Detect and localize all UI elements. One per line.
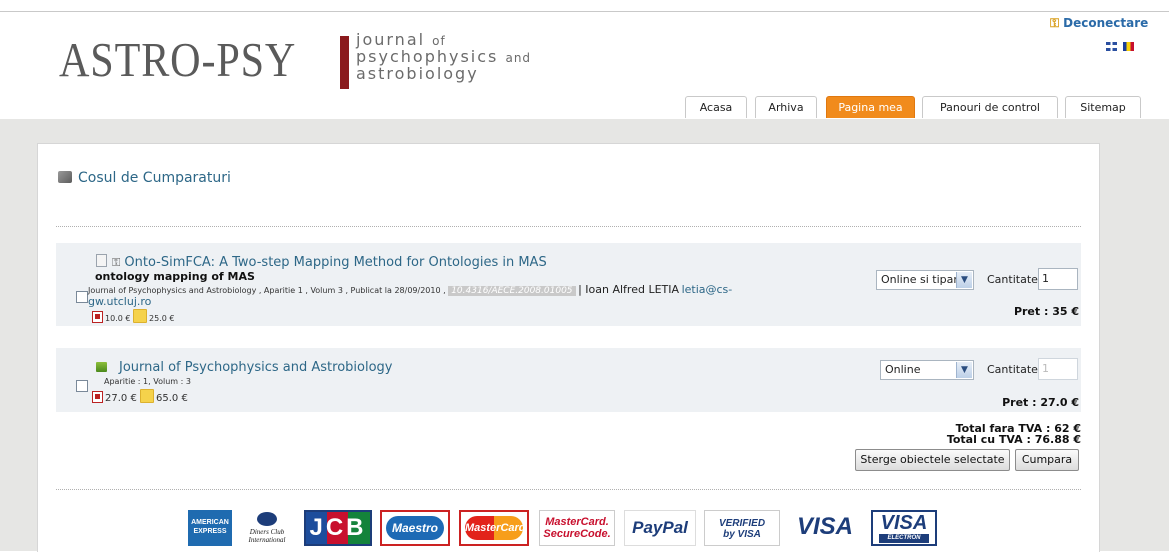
payment-logos: AMERICAN EXPRESS Diners Club Internation… — [0, 510, 1169, 551]
key-icon: ⚿ — [112, 256, 121, 269]
item-1-email-cont[interactable]: gw.utcluj.ro — [88, 295, 151, 308]
item-1-title-row: ⚿ Onto-SimFCA: A Two-step Mapping Method … — [96, 254, 547, 270]
delete-selected-button[interactable]: Sterge obiectele selectate — [855, 449, 1010, 471]
item-2-price-print: 65.0 € — [156, 393, 188, 404]
item-2-title-row: Journal of Psychophysics and Astrobiolog… — [96, 360, 393, 375]
verified-by-visa-logo: VERIFIED by VISA — [704, 510, 780, 546]
chevron-down-icon: ▼ — [956, 362, 972, 378]
item-1-email[interactable]: letia@cs- — [682, 283, 733, 296]
maestro-logo: Maestro — [380, 510, 450, 546]
item-1-doi[interactable]: 10.4316/AECE.2008.01005 — [448, 286, 576, 296]
top-divider — [0, 11, 1169, 12]
visa-electron-text: VISA — [880, 512, 928, 534]
item-1-price-online: 10.0 € — [105, 314, 131, 323]
jcb-logo: JCB — [304, 510, 372, 546]
paypal-logo: PayPal — [624, 510, 696, 546]
pdf-icon — [92, 391, 103, 403]
cart-icon — [58, 171, 72, 183]
logout-link[interactable]: ⚿ Deconectare — [1050, 16, 1148, 31]
item-2-issue-info: Aparitie : 1, Volum : 3 — [104, 377, 191, 386]
pdf-icon — [92, 311, 103, 323]
item-2-qty-label: Cantitate — [987, 363, 1038, 376]
item-1-checkbox[interactable] — [76, 291, 88, 303]
visa-electron-logo: VISA ELECTRON — [871, 510, 937, 546]
cart-item-1: ⚿ Onto-SimFCA: A Two-step Mapping Method … — [56, 243, 1081, 326]
item-1-qty-label: Cantitate — [987, 273, 1038, 286]
book-icon — [96, 362, 107, 372]
item-1-price-print: 25.0 € — [149, 314, 175, 323]
ro-flag-icon[interactable] — [1122, 42, 1134, 51]
item-2-title[interactable]: Journal of Psychophysics and Astrobiolog… — [119, 360, 393, 375]
item-1-format-select[interactable]: Online si tiparit ▼ — [876, 270, 974, 290]
divider — [56, 226, 1081, 227]
item-1-author: | Ioan Alfred LETIA — [578, 283, 680, 296]
item-2-format-select[interactable]: Online ▼ — [880, 360, 974, 380]
item-1-meta: Journal of Psychophysics and Astrobiolog… — [88, 283, 732, 296]
tab-pagina-mea[interactable]: Pagina mea — [826, 96, 915, 118]
tab-acasa[interactable]: Acasa — [685, 96, 747, 118]
item-2-checkbox[interactable] — [76, 380, 88, 392]
mastercard-securecode-logo: MasterCard. SecureCode. — [539, 510, 615, 546]
buy-button[interactable]: Cumpara — [1015, 449, 1079, 471]
divider — [56, 489, 1081, 490]
verified-text-1: VERIFIED — [718, 518, 766, 529]
cart-title: Cosul de Cumparaturi — [58, 170, 231, 186]
item-1-title[interactable]: Onto-SimFCA: A Two-step Mapping Method f… — [124, 255, 546, 270]
nav-underbar — [0, 119, 1169, 128]
tab-panouri-de-control[interactable]: Panouri de control — [922, 96, 1058, 118]
item-2-issue: Aparitie : 1, — [104, 377, 151, 386]
item-2-format-value: Online — [885, 363, 921, 376]
securecode-text-1: MasterCard. — [545, 516, 609, 528]
visa-logo: VISA — [789, 510, 861, 546]
cart-totals: Total fara TVA : 62 € Total cu TVA : 76.… — [947, 423, 1081, 445]
diners-logo: Diners Club International — [239, 510, 295, 546]
amex-text-1: AMERICAN — [191, 519, 229, 526]
key-icon: ⚿ — [1050, 16, 1060, 30]
item-2-volume: Volum : 3 — [153, 377, 191, 386]
logout-label: Deconectare — [1063, 16, 1149, 30]
tab-sitemap[interactable]: Sitemap — [1065, 96, 1141, 118]
maestro-text: Maestro — [386, 516, 444, 540]
item-1-format-value: Online si tiparit — [881, 273, 966, 286]
amex-logo: AMERICAN EXPRESS — [188, 510, 232, 546]
tab-arhiva[interactable]: Arhiva — [755, 96, 817, 118]
item-2-prices: 27.0 € 65.0 € — [92, 389, 188, 404]
item-1-prices: 10.0 € 25.0 € — [92, 309, 174, 323]
item-2-qty-input: 1 — [1038, 358, 1078, 380]
mastercard-text: MasterCard — [465, 516, 526, 540]
logo-subtitle-and: and — [505, 51, 532, 65]
chevron-down-icon: ▼ — [956, 272, 972, 288]
logo-subtitle: journal of psychophysics and astrobiolog… — [356, 32, 636, 83]
item-1-total: Pret : 35 € — [1013, 305, 1079, 318]
amex-text-2: EXPRESS — [193, 528, 227, 535]
diners-circle-icon — [257, 512, 277, 526]
paper-icon — [133, 309, 147, 323]
item-1-subtitle: ontology mapping of MAS — [95, 270, 255, 283]
cart-panel: Cosul de Cumparaturi ⚿ Onto-SimFCA: A Two… — [37, 143, 1100, 552]
document-icon — [96, 254, 107, 267]
diners-text-2: International — [248, 536, 286, 544]
visa-electron-sub: ELECTRON — [879, 534, 929, 543]
logo-subtitle-line3: astrobiology — [356, 64, 479, 83]
logo-bar — [340, 36, 349, 89]
securecode-text-2: SecureCode. — [543, 528, 611, 540]
uk-flag-icon[interactable] — [1106, 42, 1117, 51]
item-1-qty-input[interactable]: 1 — [1038, 268, 1078, 290]
item-2-total: Pret : 27.0 € — [1002, 396, 1079, 409]
diners-text-1: Diners Club — [249, 528, 285, 536]
verified-text-2: by VISA — [723, 529, 761, 540]
language-switcher — [1106, 42, 1136, 56]
paper-icon — [140, 389, 154, 403]
item-1-meta-text: Journal of Psychophysics and Astrobiolog… — [88, 286, 446, 295]
total-with-vat: Total cu TVA : 76.88 € — [946, 433, 1081, 446]
logo-title: ASTRO-PSY — [59, 32, 297, 87]
cart-item-2: Journal of Psychophysics and Astrobiolog… — [56, 348, 1081, 412]
logo-subtitle-of: of — [432, 34, 446, 48]
item-2-price-online: 27.0 € — [105, 393, 137, 404]
mastercard-logo: MasterCard — [459, 510, 529, 546]
cart-title-text: Cosul de Cumparaturi — [78, 170, 231, 186]
